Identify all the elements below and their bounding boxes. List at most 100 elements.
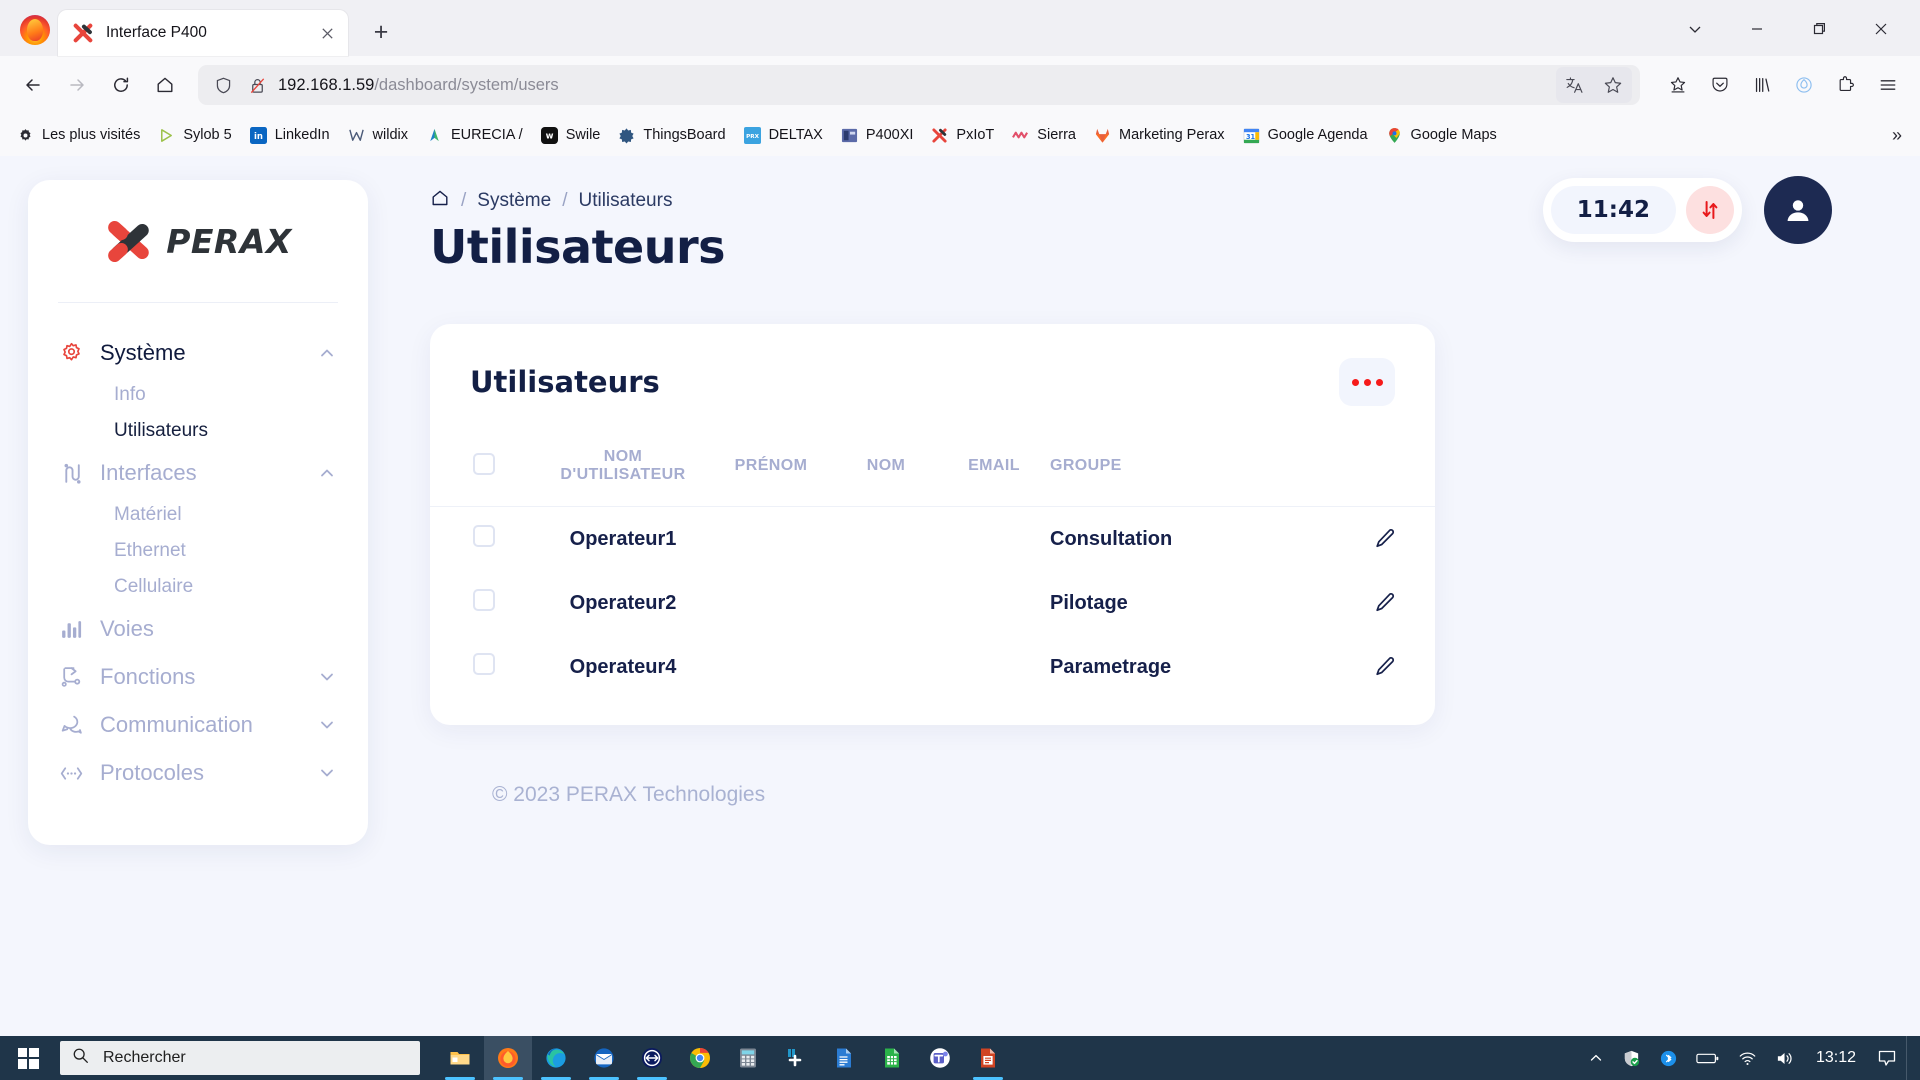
sidebar-subitem-ethernet[interactable]: Ethernet <box>28 533 368 569</box>
address-bar[interactable]: 192.168.1.59/dashboard/system/users <box>198 65 1640 105</box>
shield-icon[interactable] <box>206 68 240 102</box>
bookmark-item[interactable]: Sylob 5 <box>149 121 239 150</box>
select-all-checkbox[interactable] <box>473 452 495 475</box>
firefox-view-icon[interactable] <box>1784 65 1824 105</box>
row-checkbox[interactable] <box>473 589 495 611</box>
forward-button[interactable] <box>56 64 98 106</box>
close-icon[interactable] <box>1850 8 1912 50</box>
maximize-icon[interactable] <box>1788 8 1850 50</box>
sidebar-subitem-info[interactable]: Info <box>28 377 368 413</box>
bookmark-item[interactable]: Sierra <box>1003 121 1084 150</box>
notepadpp-icon[interactable] <box>772 1036 820 1080</box>
bookmark-item[interactable]: EURECIA / <box>417 121 531 150</box>
table-row[interactable]: Operateur4 Parametrage <box>430 635 1435 699</box>
sidebar-item-communication[interactable]: Communication <box>28 701 368 749</box>
sidebar-subitem-utilisateurs[interactable]: Utilisateurs <box>28 413 368 449</box>
pocket-icon[interactable] <box>1700 65 1740 105</box>
bookmark-item[interactable]: Marketing Perax <box>1085 121 1233 150</box>
cell-nom <box>834 635 938 699</box>
star-icon[interactable] <box>1595 68 1631 102</box>
extensions-icon[interactable] <box>1826 65 1866 105</box>
sync-arrows-icon[interactable] <box>1686 186 1734 234</box>
taskbar-clock[interactable]: 13:12 <box>1804 1049 1868 1067</box>
breadcrumb-item-systeme[interactable]: Système <box>477 190 551 212</box>
back-button[interactable] <box>12 64 54 106</box>
translate-icon[interactable] <box>1557 68 1593 102</box>
row-checkbox[interactable] <box>473 653 495 675</box>
microsoft-edge-icon[interactable] <box>532 1036 580 1080</box>
firefox-icon[interactable] <box>484 1036 532 1080</box>
sidebar-item-systeme[interactable]: Système <box>28 329 368 377</box>
calculator-icon[interactable] <box>724 1036 772 1080</box>
chevron-up-icon[interactable] <box>316 342 338 364</box>
chrome-icon[interactable] <box>676 1036 724 1080</box>
column-username[interactable]: NOM D'UTILISATEUR <box>538 434 708 507</box>
pencil-icon[interactable] <box>1341 654 1429 680</box>
bookmark-item[interactable]: in LinkedIn <box>241 121 338 150</box>
windows-defender-icon[interactable] <box>1613 1036 1650 1080</box>
notification-icon[interactable] <box>1868 1036 1906 1080</box>
powerpoint-icon[interactable] <box>964 1036 1012 1080</box>
chevron-down-icon[interactable] <box>316 666 338 688</box>
bookmark-item[interactable]: wildix <box>339 121 416 150</box>
windows-start-icon[interactable] <box>0 1036 56 1080</box>
show-desktop-button[interactable] <box>1906 1036 1916 1080</box>
bookmark-item[interactable]: PRX DELTAX <box>735 121 831 150</box>
avatar[interactable] <box>1764 176 1832 244</box>
table-row[interactable]: Operateur1 Consultation <box>430 507 1435 572</box>
sidebar-item-voies[interactable]: Voies <box>28 605 368 653</box>
more-dots-icon[interactable] <box>1339 358 1395 406</box>
file-explorer-icon[interactable] <box>436 1036 484 1080</box>
bookmark-item[interactable]: 31 Google Agenda <box>1234 121 1376 150</box>
browser-tab[interactable]: Interface P400 <box>58 10 348 56</box>
close-icon[interactable] <box>314 20 340 46</box>
chevron-down-icon[interactable] <box>316 762 338 784</box>
search-input[interactable]: Rechercher <box>60 1041 420 1075</box>
reload-button[interactable] <box>100 64 142 106</box>
bookmark-item[interactable]: Les plus visités <box>8 121 148 150</box>
home-icon[interactable] <box>430 188 450 214</box>
main-content: / Système / Utilisateurs Utilisateurs 11… <box>368 176 1920 1036</box>
lock-crossed-icon[interactable] <box>240 68 274 102</box>
save-to-pocket-star-icon[interactable] <box>1658 65 1698 105</box>
chevron-up-icon[interactable] <box>316 462 338 484</box>
column-prenom[interactable]: PRÉNOM <box>708 434 834 507</box>
hamburger-menu-icon[interactable] <box>1868 65 1908 105</box>
word-icon[interactable] <box>820 1036 868 1080</box>
bookmark-item[interactable]: PxIoT <box>922 121 1002 150</box>
outlook-icon[interactable] <box>580 1036 628 1080</box>
volume-icon[interactable] <box>1766 1036 1804 1080</box>
bookmark-item[interactable]: P400XI <box>832 121 922 150</box>
bookmark-item[interactable]: ThingsBoard <box>609 121 733 150</box>
table-row[interactable]: Operateur2 Pilotage <box>430 571 1435 635</box>
chevron-double-right-icon[interactable]: » <box>1882 121 1912 150</box>
row-checkbox[interactable] <box>473 525 495 547</box>
sidebar-item-fonctions[interactable]: Fonctions <box>28 653 368 701</box>
column-nom[interactable]: NOM <box>834 434 938 507</box>
bookmark-item[interactable]: w Swile <box>532 121 609 150</box>
column-groupe[interactable]: GROUPE <box>1050 434 1335 507</box>
ms-teams-icon[interactable] <box>916 1036 964 1080</box>
sidebar-item-protocoles[interactable]: Protocoles <box>28 749 368 797</box>
chevron-down-icon[interactable] <box>1664 8 1726 50</box>
battery-icon[interactable] <box>1687 1036 1729 1080</box>
teamviewer-icon[interactable] <box>628 1036 676 1080</box>
chevron-down-icon[interactable] <box>316 714 338 736</box>
library-icon[interactable] <box>1742 65 1782 105</box>
bluetooth-icon[interactable] <box>1650 1036 1687 1080</box>
new-tab-button[interactable]: + <box>362 13 400 51</box>
column-email[interactable]: EMAIL <box>938 434 1050 507</box>
excel-icon[interactable] <box>868 1036 916 1080</box>
pencil-icon[interactable] <box>1341 590 1429 616</box>
sidebar-item-interfaces[interactable]: Interfaces <box>28 449 368 497</box>
bookmark-item[interactable]: Google Maps <box>1377 121 1505 150</box>
sidebar-subitem-materiel[interactable]: Matériel <box>28 497 368 533</box>
url-text[interactable]: 192.168.1.59/dashboard/system/users <box>274 76 1556 95</box>
breadcrumb-item-utilisateurs[interactable]: Utilisateurs <box>578 190 672 212</box>
home-button[interactable] <box>144 64 186 106</box>
sidebar-subitem-cellulaire[interactable]: Cellulaire <box>28 569 368 605</box>
wifi-icon[interactable] <box>1729 1036 1766 1080</box>
chevron-up-icon[interactable] <box>1579 1036 1613 1080</box>
pencil-icon[interactable] <box>1341 526 1429 552</box>
minimize-icon[interactable] <box>1726 8 1788 50</box>
